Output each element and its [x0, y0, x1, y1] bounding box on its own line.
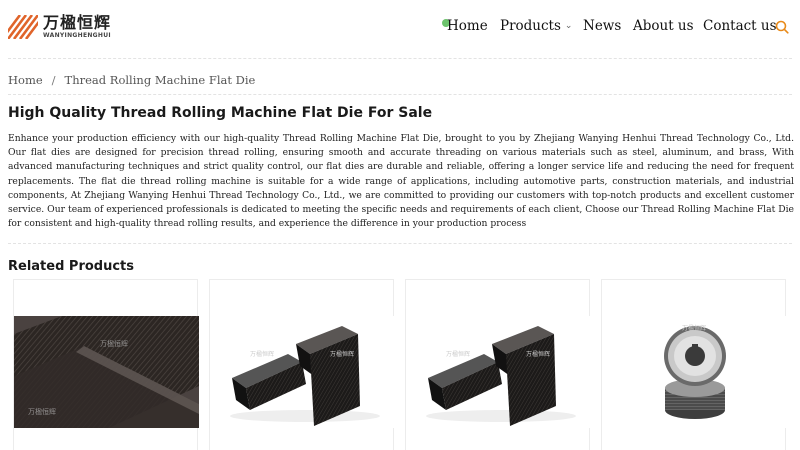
watermark-text: 万楹恒辉 — [100, 339, 128, 348]
breadcrumb: Home / Thread Rolling Machine Flat Die — [8, 73, 255, 87]
section-divider — [8, 243, 792, 244]
round-thread-rolling-dies-image: 万楹恒辉 — [602, 316, 787, 428]
breadcrumb-home-link[interactable]: Home — [8, 73, 43, 87]
nav-home[interactable]: Home — [447, 18, 488, 34]
watermark-text: 万楹恒辉 — [330, 350, 354, 358]
header-divider — [8, 58, 792, 59]
flat-die-pair-image: 万楹恒辉 万楹恒辉 — [406, 316, 591, 428]
related-product-card[interactable]: 万楹恒辉 万楹恒辉 — [405, 279, 591, 450]
logo-stripes-icon — [8, 15, 38, 39]
watermark-text: 万楹恒辉 — [446, 350, 470, 358]
watermark-text: 万楹恒辉 — [526, 350, 550, 358]
flat-die-closeup-image: 万楹恒辉 万楹恒辉 — [14, 316, 199, 428]
nav-about-us[interactable]: About us — [633, 18, 694, 34]
logo-cn-text: 万楹恒辉 — [43, 13, 112, 32]
nav-news[interactable]: News — [583, 18, 621, 34]
watermark-text: 万楹恒辉 — [682, 324, 706, 332]
nav-contact-us[interactable]: Contact us — [703, 18, 777, 34]
company-logo[interactable]: 万楹恒辉 WANYINGHENGHUI — [8, 15, 111, 39]
site-header: 万楹恒辉 WANYINGHENGHUI Home Products ⌄ News … — [0, 0, 800, 55]
product-description: Enhance your production efficiency with … — [8, 133, 794, 230]
breadcrumb-current: Thread Rolling Machine Flat Die — [64, 73, 256, 87]
page-title: High Quality Thread Rolling Machine Flat… — [8, 105, 433, 121]
related-product-card[interactable]: 万楹恒辉 — [601, 279, 787, 450]
watermark-text: 万楹恒辉 — [250, 350, 274, 358]
breadcrumb-divider — [8, 94, 792, 95]
related-products-title: Related Products — [8, 259, 135, 274]
logo-en-text: WANYINGHENGHUI — [43, 32, 111, 39]
flat-die-pair-image: 万楹恒辉 万楹恒辉 — [210, 316, 395, 428]
search-icon[interactable] — [775, 20, 789, 34]
chevron-down-icon: ⌄ — [564, 21, 573, 31]
watermark-text: 万楹恒辉 — [28, 407, 56, 416]
breadcrumb-separator: / — [51, 73, 56, 87]
nav-products-label: Products — [500, 18, 561, 34]
nav-products[interactable]: Products ⌄ — [500, 18, 572, 34]
related-product-card[interactable]: 万楹恒辉 万楹恒辉 — [209, 279, 395, 450]
related-product-card[interactable]: 万楹恒辉 万楹恒辉 — [13, 279, 199, 450]
